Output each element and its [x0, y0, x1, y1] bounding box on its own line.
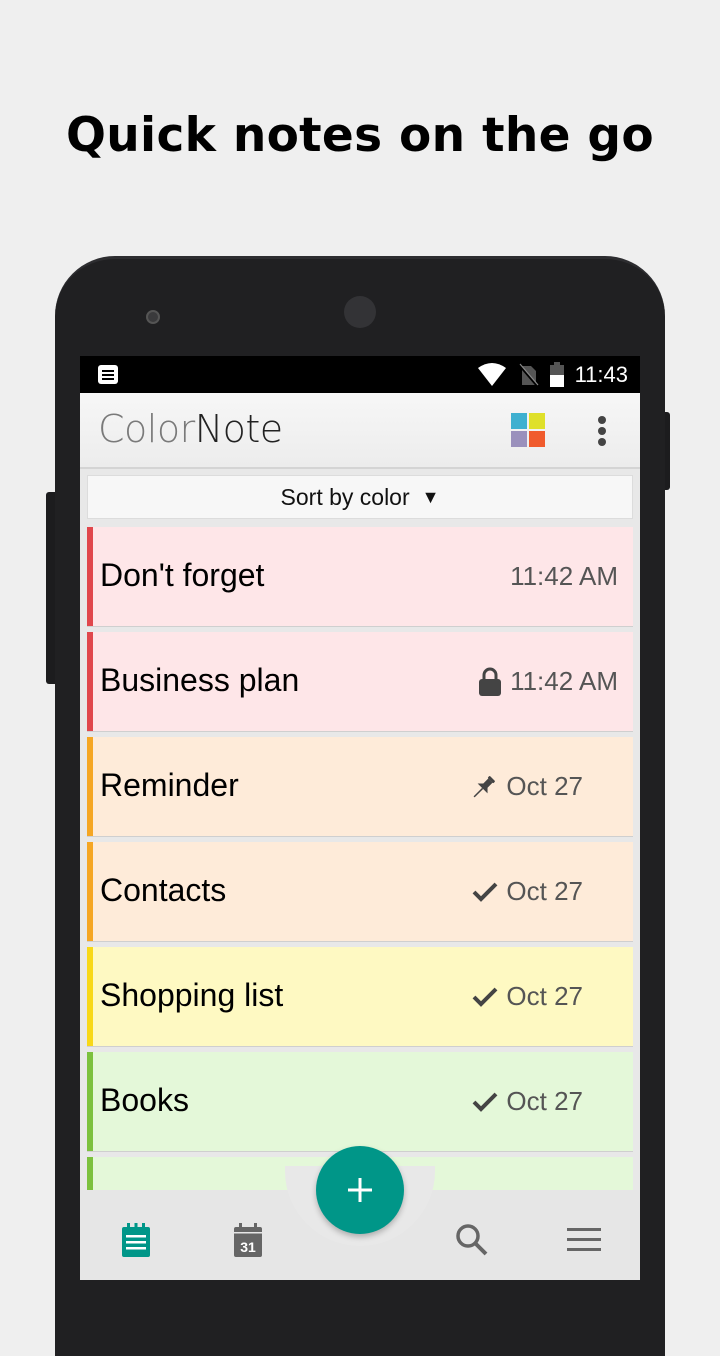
wifi-icon — [477, 362, 506, 386]
color-swatch — [529, 413, 545, 429]
note-item[interactable]: Shopping list Oct 27 — [87, 947, 633, 1047]
calendar-tab[interactable]: 31 — [228, 1220, 268, 1260]
calendar-day: 31 — [240, 1239, 256, 1255]
note-meta: 11:42 AM — [510, 561, 618, 592]
note-timestamp: 11:42 AM — [510, 666, 618, 696]
plus-icon — [348, 1178, 372, 1202]
note-item[interactable]: Contacts Oct 27 — [87, 842, 633, 942]
note-timestamp: 11:42 AM — [510, 561, 618, 591]
note-item[interactable]: Reminder Oct 27 — [87, 737, 633, 837]
phone-screen: 11:43 ColorNote Sort by color ▼ Don't fo… — [80, 356, 640, 1280]
notes-icon — [122, 1223, 150, 1257]
color-swatch — [511, 431, 527, 447]
note-timestamp: Oct 27 — [506, 1086, 583, 1116]
note-item[interactable]: Business plan 11:42 AM — [87, 632, 633, 732]
note-item[interactable]: Books Oct 27 — [87, 1052, 633, 1152]
note-color-bar — [87, 842, 93, 941]
color-swatch — [511, 413, 527, 429]
note-meta: Oct 27 — [472, 1086, 583, 1117]
note-color-bar — [87, 1052, 93, 1151]
check-icon — [472, 1091, 498, 1113]
add-note-button[interactable] — [316, 1146, 404, 1234]
search-icon — [456, 1224, 488, 1256]
sort-label: Sort by color — [280, 483, 410, 510]
more-vert-icon[interactable] — [592, 413, 612, 449]
search-tab[interactable] — [452, 1220, 492, 1260]
no-sim-icon — [517, 363, 539, 387]
notification-icon — [98, 365, 118, 384]
check-icon — [472, 986, 498, 1008]
note-title: Don't forget — [100, 557, 265, 593]
note-timestamp: Oct 27 — [506, 876, 583, 906]
note-title: Business plan — [100, 662, 300, 698]
lock-icon — [478, 667, 502, 697]
app-logo: ColorNote — [98, 407, 283, 451]
menu-icon — [567, 1228, 601, 1251]
note-timestamp: Oct 27 — [506, 981, 583, 1011]
status-time: 11:43 — [574, 361, 628, 387]
note-color-bar — [87, 527, 93, 626]
battery-icon — [549, 361, 564, 387]
note-item[interactable]: Don't forget 11:42 AM — [87, 527, 633, 627]
dropdown-arrow-icon: ▼ — [421, 486, 440, 507]
logo-color-text: Color — [98, 407, 195, 451]
check-icon — [472, 881, 498, 903]
note-title: Reminder — [100, 767, 239, 803]
headline: Quick notes on the go — [66, 108, 654, 163]
pin-icon — [470, 773, 498, 801]
note-title: Contacts — [100, 872, 227, 908]
menu-tab[interactable] — [564, 1220, 604, 1260]
note-meta: Oct 27 — [472, 876, 583, 907]
note-timestamp: Oct 27 — [506, 771, 583, 801]
note-meta: Oct 27 — [470, 771, 583, 802]
note-color-bar — [87, 947, 93, 1046]
status-bar: 11:43 — [80, 356, 640, 393]
note-title: Shopping list — [100, 977, 284, 1013]
calendar-icon: 31 — [234, 1223, 262, 1257]
note-title: Books — [100, 1082, 189, 1118]
sort-dropdown[interactable]: Sort by color ▼ — [87, 475, 633, 519]
note-meta: 11:42 AM — [478, 666, 618, 697]
note-color-bar — [87, 737, 93, 836]
phone-sensor — [146, 310, 160, 324]
note-meta: Oct 27 — [472, 981, 583, 1012]
app-bar: ColorNote — [80, 393, 640, 469]
phone-camera — [344, 296, 376, 328]
logo-note-text: Note — [194, 407, 283, 451]
note-color-bar — [87, 632, 93, 731]
notes-tab[interactable] — [116, 1220, 156, 1260]
color-swatch — [529, 431, 545, 447]
color-filter-button[interactable] — [511, 413, 545, 447]
